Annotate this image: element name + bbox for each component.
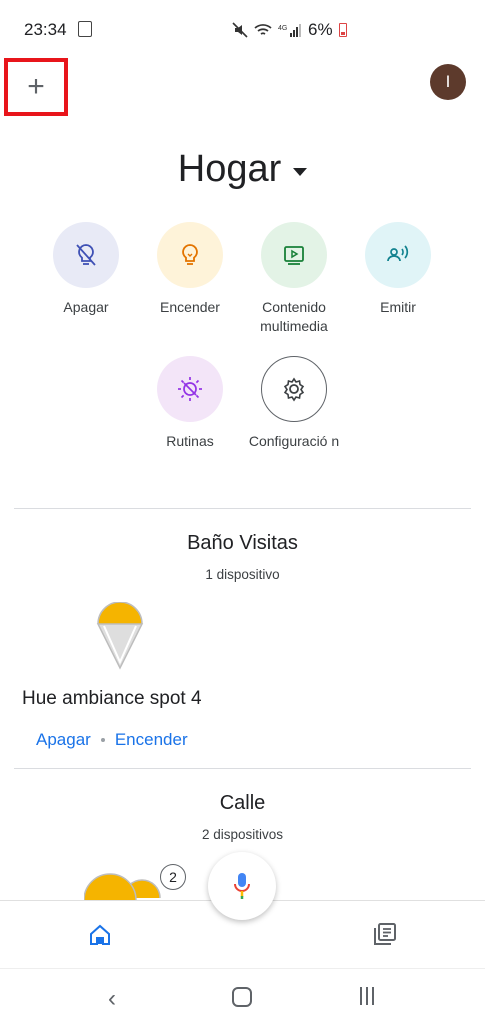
voice-assistant-button[interactable] <box>208 852 276 920</box>
device-actions: Apagar Encender <box>36 730 188 750</box>
caret-down-icon <box>293 167 308 176</box>
gear-icon <box>261 356 327 422</box>
divider <box>14 508 471 509</box>
device-off-button[interactable]: Apagar <box>36 730 91 750</box>
page-title: Hogar <box>177 148 282 190</box>
device-on-button[interactable]: Encender <box>115 730 188 750</box>
action-label: Configuració n <box>248 433 340 449</box>
separator-dot <box>100 738 105 742</box>
spot-bulb-icon[interactable] <box>92 601 148 677</box>
wifi-icon <box>254 24 272 35</box>
microphone-icon <box>234 873 250 899</box>
device-count-badge: 2 <box>160 864 186 890</box>
status-bar: 23:34 4G 6% <box>0 0 485 60</box>
action-label: Emitir <box>380 299 416 315</box>
device-group-icon[interactable] <box>83 864 164 905</box>
status-icons: 4G 6% <box>232 20 347 40</box>
room-device-count: 2 dispositivos <box>201 827 284 842</box>
back-icon[interactable]: ‹ <box>108 985 116 1013</box>
device-name: Hue ambiance spot 4 <box>22 688 202 709</box>
home-circle-icon[interactable] <box>232 987 252 1007</box>
cast-icon <box>365 222 431 288</box>
action-label: Encender <box>160 299 220 315</box>
mute-icon <box>232 22 248 38</box>
bulb-off-icon <box>53 222 119 288</box>
nav-home-tab[interactable] <box>88 923 112 952</box>
room-title[interactable]: Calle <box>0 792 485 815</box>
add-button[interactable]: + <box>4 58 68 116</box>
action-label: Apagar <box>63 299 109 315</box>
action-turn-off[interactable]: Apagar <box>36 222 136 317</box>
action-settings[interactable]: Configuració n <box>244 356 344 451</box>
signal-4g-icon: 4G <box>278 24 301 37</box>
recent-apps-icon[interactable] <box>360 987 374 1005</box>
action-routines[interactable]: Rutinas <box>140 356 240 451</box>
sim-icon <box>78 21 92 37</box>
battery-percent: 6% <box>308 20 333 39</box>
home-icon <box>90 924 110 945</box>
feed-icon <box>374 923 396 945</box>
routines-sun-icon <box>157 356 223 422</box>
action-label: Rutinas <box>166 433 214 449</box>
action-label: Contenido multimedia <box>260 299 328 334</box>
media-play-icon <box>261 222 327 288</box>
action-media[interactable]: Contenido multimedia <box>244 222 344 336</box>
action-turn-on[interactable]: Encender <box>140 222 240 317</box>
room-title[interactable]: Baño Visitas <box>0 532 485 555</box>
room-device-count: 1 dispositivo <box>205 567 280 582</box>
battery-icon <box>338 23 347 37</box>
system-nav-bar: ‹ <box>0 968 485 1024</box>
bulb-icon <box>157 222 223 288</box>
avatar[interactable]: I <box>430 64 466 100</box>
action-cast[interactable]: Emitir <box>348 222 448 317</box>
home-selector[interactable]: Hogar <box>0 148 485 191</box>
divider <box>14 768 471 769</box>
svg-text:4G: 4G <box>278 25 287 32</box>
nav-feed-tab[interactable] <box>372 921 398 952</box>
plus-icon: + <box>27 70 45 103</box>
status-time: 23:34 <box>24 20 67 39</box>
